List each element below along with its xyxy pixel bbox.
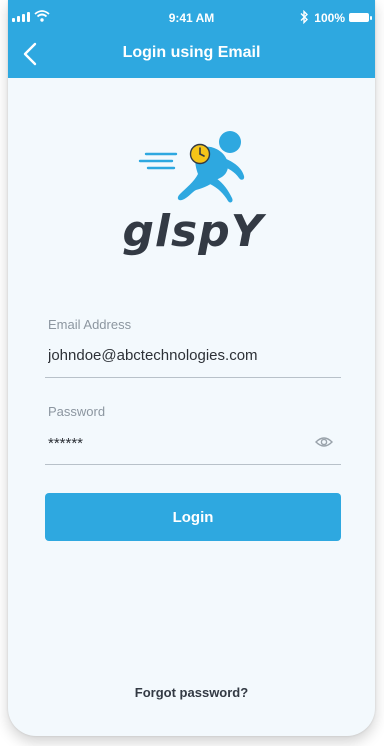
brand-wordmark: glspY	[122, 206, 264, 257]
password-label: Password	[48, 404, 106, 419]
email-label: Email Address	[48, 317, 132, 332]
email-field[interactable]	[46, 340, 344, 370]
login-button[interactable]: Login	[45, 493, 341, 541]
page-title: Login using Email	[122, 44, 261, 61]
phone-screen: 9:41 AM 100% Login using Email glspY Ema…	[8, 0, 375, 736]
forgot-password-link[interactable]: Forgot password?	[8, 685, 375, 700]
password-field[interactable]	[46, 428, 344, 458]
running-person-clock-icon	[138, 131, 245, 203]
email-underline	[45, 377, 341, 378]
status-bar: 9:41 AM 100%	[8, 9, 375, 27]
battery-icon	[349, 13, 372, 22]
password-underline	[45, 464, 341, 465]
bluetooth-icon	[300, 9, 309, 27]
header-bar: 9:41 AM 100% Login using Email	[8, 0, 375, 78]
eye-icon[interactable]	[314, 434, 334, 450]
login-button-label: Login	[172, 508, 214, 526]
battery-percentage: 100%	[314, 11, 345, 25]
